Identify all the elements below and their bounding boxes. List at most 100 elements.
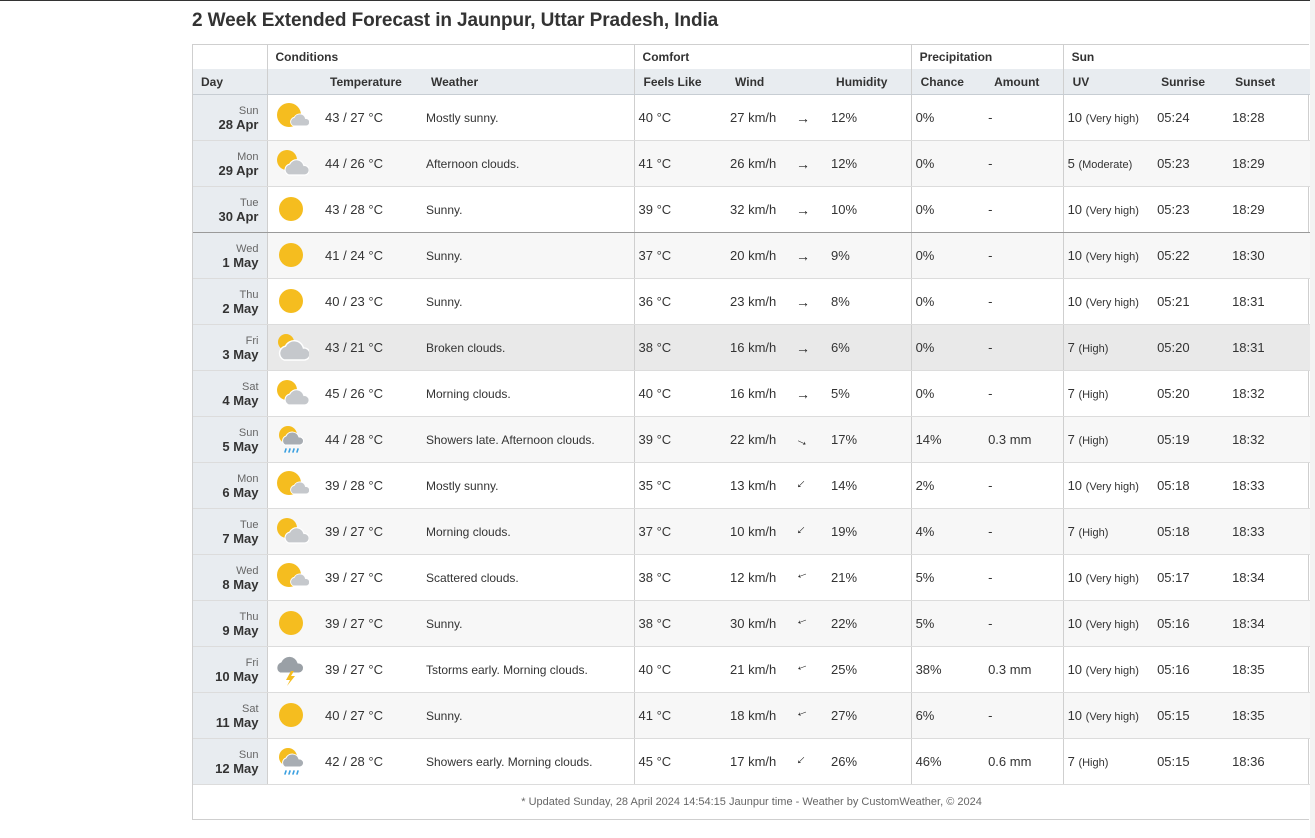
temperature: 42 / 28 °C [317, 738, 426, 785]
sunrise-time: 05:20 [1157, 370, 1232, 417]
forecast-row: Mon 6 May 39 / 28 °C Mostly sunny. 35 °C 13 k… [193, 462, 1311, 509]
humidity: 12% [829, 140, 912, 187]
forecast-row: Sun 28 Apr 43 / 27 °C Mostly sunny. 40 °C 27 … [193, 94, 1311, 141]
cloudy-icon [266, 324, 317, 371]
weather-description: Mostly sunny. [426, 462, 635, 509]
uv-level: (Very high) [1085, 481, 1139, 493]
uv-index: 10 [1067, 662, 1083, 677]
humidity: 26% [829, 738, 912, 785]
day-cell: Sat 4 May [193, 370, 267, 417]
uv-cell: 7 (High) [1062, 416, 1158, 463]
sunrise-time: 05:15 [1157, 738, 1232, 785]
temperature: 40 / 27 °C [317, 692, 426, 739]
wind-speed: 16 km/h [729, 324, 793, 371]
sun-icon [266, 692, 317, 739]
precip-amount: - [986, 186, 1064, 233]
wind-direction-arrow-icon: → [792, 140, 830, 187]
uv-cell: 10 (Very high) [1062, 186, 1158, 233]
weather-description: Scattered clouds. [426, 554, 635, 601]
partly-sunny-icon [266, 94, 317, 141]
day-of-week: Sat [241, 702, 259, 715]
sunrise-time: 05:24 [1157, 94, 1232, 141]
wind-direction-arrow-icon: → [792, 186, 830, 233]
uv-index: 5 [1067, 156, 1075, 171]
weather-description: Sunny. [426, 278, 635, 325]
sunset-time: 18:28 [1231, 94, 1311, 141]
scrollbar-track[interactable] [1310, 0, 1315, 838]
day-cell: Thu 9 May [193, 600, 267, 647]
sunset-time: 18:34 [1231, 600, 1311, 647]
precip-amount: - [986, 462, 1064, 509]
uv-level: (Very high) [1085, 619, 1139, 631]
uv-index: 10 [1067, 570, 1083, 585]
day-cell: Sun 12 May [193, 738, 267, 785]
sunset-time: 18:35 [1231, 646, 1311, 693]
sunrise-time: 05:16 [1157, 600, 1232, 647]
weather-description: Sunny. [426, 186, 635, 233]
uv-level: (Very high) [1085, 113, 1139, 125]
sunset-time: 18:36 [1231, 738, 1311, 785]
uv-index: 10 [1067, 202, 1083, 217]
feels-like: 37 °C [633, 508, 730, 555]
uv-level: (Very high) [1085, 251, 1139, 263]
sunrise-time: 05:20 [1157, 324, 1232, 371]
forecast-row: Fri 10 May 39 / 27 °C Tstorms early. Mornin… [193, 646, 1311, 693]
day-date: 30 Apr [218, 208, 259, 224]
humidity: 27% [829, 692, 912, 739]
feels-like: 40 °C [633, 370, 730, 417]
precip-chance: 46% [910, 738, 987, 785]
uv-cell: 7 (High) [1062, 370, 1158, 417]
sunset-time: 18:33 [1231, 462, 1311, 509]
forecast-table: Conditions Comfort Precipitation Sun Day… [193, 45, 1311, 819]
sunset-time: 18:30 [1231, 232, 1311, 279]
weather-description: Showers early. Morning clouds. [426, 738, 635, 785]
wind-speed: 10 km/h [729, 508, 793, 555]
feels-like: 39 °C [633, 186, 730, 233]
col-feels-like: Feels Like [633, 69, 730, 95]
day-date: 28 Apr [218, 116, 259, 132]
uv-index: 7 [1067, 432, 1075, 447]
wind-speed: 21 km/h [729, 646, 793, 693]
weather-description: Sunny. [426, 692, 635, 739]
day-cell: Mon 6 May [193, 462, 267, 509]
wind-arrow-icon: → [793, 567, 813, 588]
forecast-rows: Sun 28 Apr 43 / 27 °C Mostly sunny. 40 °C 27 … [193, 94, 1311, 785]
sunrise-time: 05:21 [1157, 278, 1232, 325]
wind-speed: 18 km/h [729, 692, 793, 739]
uv-level: (High) [1078, 757, 1109, 769]
col-day: Day [193, 69, 267, 95]
feels-like: 41 °C [633, 692, 730, 739]
day-date: 7 May [222, 530, 259, 546]
sunset-time: 18:32 [1231, 370, 1311, 417]
temperature: 39 / 27 °C [317, 508, 426, 555]
weather-description: Morning clouds. [426, 370, 635, 417]
wind-direction-arrow-icon: → [792, 462, 830, 509]
wind-speed: 22 km/h [729, 416, 793, 463]
day-of-week: Sun [238, 748, 259, 761]
wind-direction-arrow-icon: → [792, 278, 830, 325]
wind-direction-arrow-icon: → [792, 738, 830, 785]
weather-description: Sunny. [426, 232, 635, 279]
day-cell: Thu 2 May [193, 278, 267, 325]
uv-index: 7 [1067, 386, 1075, 401]
day-of-week: Mon [237, 472, 259, 485]
uv-cell: 10 (Very high) [1062, 692, 1158, 739]
precip-amount: - [986, 600, 1064, 647]
uv-index: 7 [1067, 340, 1075, 355]
precip-chance: 2% [910, 462, 987, 509]
weather-description: Showers late. Afternoon clouds. [426, 416, 635, 463]
wind-arrow-icon: → [792, 474, 814, 497]
group-header-row: Conditions Comfort Precipitation Sun [193, 45, 1311, 69]
temperature: 43 / 21 °C [317, 324, 426, 371]
sun-cloud-icon [266, 140, 317, 187]
day-date: 10 May [215, 668, 259, 684]
day-of-week: Thu [239, 288, 259, 301]
precip-chance: 0% [910, 324, 987, 371]
uv-cell: 10 (Very high) [1062, 94, 1158, 141]
uv-cell: 7 (High) [1062, 508, 1158, 555]
humidity: 25% [829, 646, 912, 693]
thunderstorm-icon [266, 646, 317, 693]
uv-level: (High) [1078, 343, 1109, 355]
top-border [0, 0, 1315, 1]
wind-arrow-icon: → [796, 339, 811, 356]
